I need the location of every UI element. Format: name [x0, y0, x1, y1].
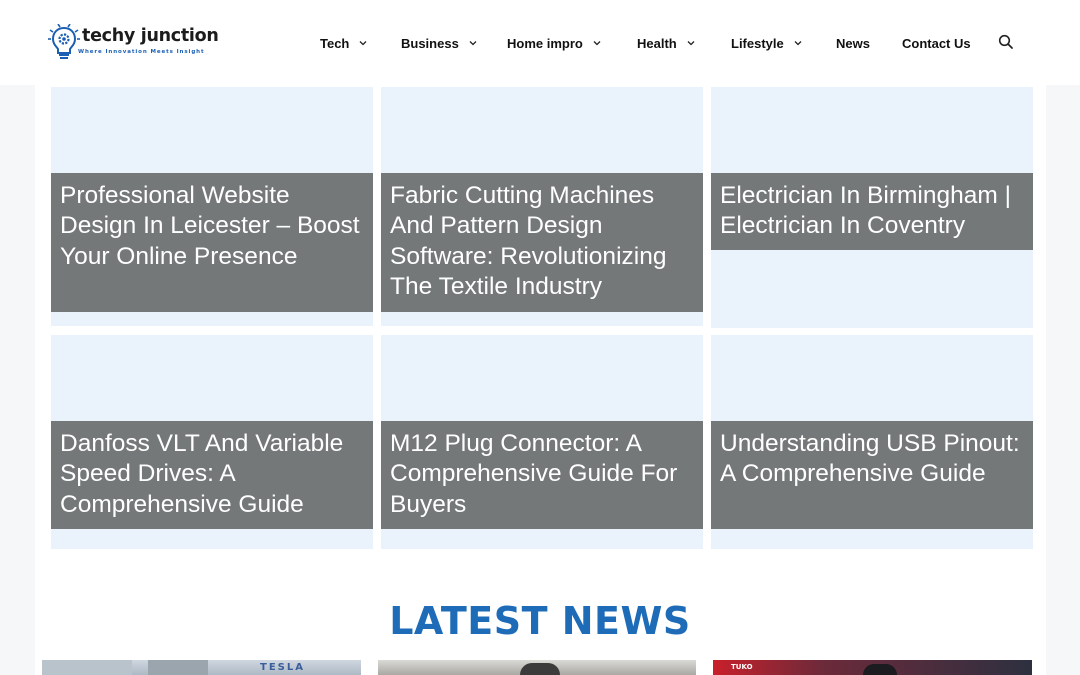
nav-item-contact-us[interactable]: Contact Us: [902, 33, 971, 53]
chevron-down-icon: [687, 40, 695, 46]
post-title: M12 Plug Connector: A Comprehensive Guid…: [381, 421, 703, 529]
nav-item-business[interactable]: Business: [401, 33, 477, 53]
chevron-down-icon: [593, 40, 601, 46]
nav-item-label: Home impro: [507, 35, 583, 51]
latest-news-heading: LATEST NEWS: [389, 599, 691, 643]
news-thumbnail[interactable]: TESLA: [42, 660, 361, 675]
nav-item-label: Business: [401, 35, 459, 51]
chevron-down-icon: [794, 40, 802, 46]
news-thumbnail-text: TUKO: [731, 663, 753, 671]
news-thumbnail[interactable]: [378, 660, 696, 675]
post-title: Professional Website Design In Leicester…: [51, 173, 373, 312]
lightbulb-gear-icon: [48, 24, 80, 59]
post-title: Understanding USB Pinout: A Comprehensiv…: [711, 421, 1033, 529]
post-title: Danfoss VLT And Variable Speed Drives: A…: [51, 421, 373, 529]
chevron-down-icon: [469, 40, 477, 46]
nav-item-label: News: [836, 35, 870, 51]
search-icon: [998, 34, 1013, 49]
news-thumbnail-text: TESLA: [260, 662, 305, 673]
featured-post-card[interactable]: Understanding USB Pinout: A Comprehensiv…: [711, 335, 1033, 549]
nav-item-health[interactable]: Health: [637, 33, 695, 53]
nav-item-label: Health: [637, 35, 677, 51]
featured-post-card[interactable]: Fabric Cutting Machines And Pattern Desi…: [381, 87, 703, 326]
nav-item-label: Tech: [320, 35, 350, 51]
nav-item-news[interactable]: News: [836, 33, 870, 53]
nav-item-home-impro[interactable]: Home impro: [507, 33, 601, 53]
nav-item-label: Contact Us: [902, 35, 971, 51]
brand-tagline: Where Innovation Meets Insight: [78, 49, 205, 55]
nav-item-tech[interactable]: Tech: [320, 33, 367, 53]
news-thumbnail[interactable]: TUKO: [713, 660, 1032, 675]
chevron-down-icon: [359, 40, 367, 46]
nav-item-lifestyle[interactable]: Lifestyle: [731, 33, 802, 53]
featured-post-card[interactable]: Professional Website Design In Leicester…: [51, 87, 373, 326]
post-title: Fabric Cutting Machines And Pattern Desi…: [381, 173, 703, 312]
nav-item-label: Lifestyle: [731, 35, 784, 51]
search-button[interactable]: [998, 34, 1014, 50]
featured-post-card[interactable]: M12 Plug Connector: A Comprehensive Guid…: [381, 335, 703, 549]
featured-post-card[interactable]: Electrician In Birmingham | Electrician …: [711, 87, 1033, 328]
site-header: techy junction Where Innovation Meets In…: [0, 0, 1080, 85]
post-title: Electrician In Birmingham | Electrician …: [711, 173, 1033, 250]
site-logo[interactable]: techy junction Where Innovation Meets In…: [48, 22, 228, 62]
featured-post-card[interactable]: Danfoss VLT And Variable Speed Drives: A…: [51, 335, 373, 549]
brand-name: techy junction: [82, 26, 219, 46]
